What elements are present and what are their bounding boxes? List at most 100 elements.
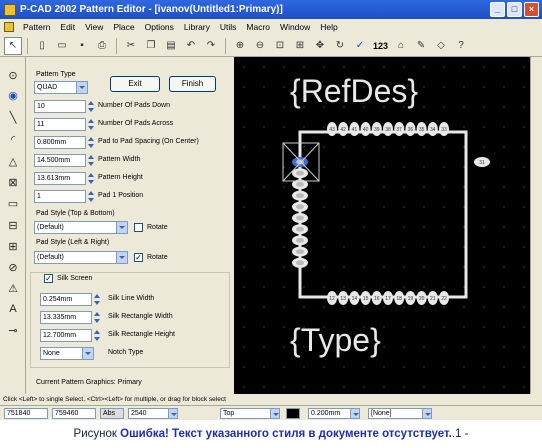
silk-line-width-input[interactable]: 0.254mm <box>40 293 92 306</box>
menu-edit[interactable]: Edit <box>55 22 80 32</box>
pattern-height-input[interactable]: 13.613mm <box>34 172 86 185</box>
place-rectangle-icon[interactable]: ▭ <box>5 195 21 211</box>
chevron-down-icon[interactable] <box>116 222 127 233</box>
spinner-icon[interactable] <box>94 293 100 306</box>
menu-place[interactable]: Place <box>108 22 139 32</box>
abs-toggle-button[interactable]: Abs <box>100 408 124 419</box>
chevron-down-icon[interactable] <box>116 252 127 263</box>
pad1-position-input[interactable]: 1 <box>34 190 86 203</box>
save-icon[interactable]: ▪ <box>73 37 91 55</box>
line-width-select[interactable]: 0.200mm <box>308 408 360 419</box>
open-folder-icon[interactable]: ▭ <box>53 37 71 55</box>
minimize-button[interactable]: _ <box>490 2 505 17</box>
menu-pattern[interactable]: Pattern <box>18 22 55 32</box>
spinner-icon[interactable] <box>94 311 100 324</box>
select-tool-icon[interactable]: ↖ <box>4 36 22 55</box>
menu-macro[interactable]: Macro <box>241 22 275 32</box>
menu-view[interactable]: View <box>80 22 108 32</box>
vertical-scrollbar[interactable] <box>530 57 542 394</box>
maximize-button[interactable]: □ <box>507 2 522 17</box>
pads-down-input[interactable]: 10 <box>34 100 86 113</box>
redo-icon[interactable]: ↷ <box>202 37 220 55</box>
chevron-down-icon[interactable] <box>76 82 87 93</box>
menu-options[interactable]: Options <box>140 22 179 32</box>
pattern-drawing[interactable]: {RefDes} 43 42 41 40 39 38 37 36 35 34 33 12 13 14 15… <box>234 57 530 394</box>
place-grid-icon[interactable]: ⊞ <box>5 238 21 254</box>
title-bar[interactable]: P-CAD 2002 Pattern Editor - [ivanov(Unti… <box>0 0 542 19</box>
zoom-in-icon[interactable]: ⊕ <box>231 37 249 55</box>
zoom-extent-icon[interactable]: ⊞ <box>291 37 309 55</box>
menu-library[interactable]: Library <box>179 22 215 32</box>
rotate-tb-checkbox[interactable] <box>134 223 143 232</box>
pad-style-lr-select[interactable]: (Default) <box>34 251 128 264</box>
place-field-icon[interactable]: ⊟ <box>5 217 21 233</box>
paste-icon[interactable]: ▤ <box>162 37 180 55</box>
place-polygon-icon[interactable]: △ <box>5 153 21 169</box>
spinner-icon[interactable] <box>88 136 94 149</box>
chevron-down-icon[interactable] <box>82 348 93 359</box>
pads-across-input[interactable]: 11 <box>34 118 86 131</box>
spinner-icon[interactable] <box>88 190 94 203</box>
menu-help[interactable]: Help <box>315 22 342 32</box>
menu-utils[interactable]: Utils <box>215 22 242 32</box>
print-icon[interactable]: ⎙ <box>93 37 111 55</box>
pan-icon[interactable]: ✥ <box>311 37 329 55</box>
silk-outline[interactable] <box>298 130 468 299</box>
properties-icon[interactable]: ⌂ <box>392 37 410 55</box>
layer-color-swatch[interactable] <box>286 408 300 419</box>
finish-button[interactable]: Finish <box>169 76 216 92</box>
place-line-icon[interactable]: ╲ <box>5 109 21 125</box>
pencil-icon[interactable]: ✎ <box>412 37 430 55</box>
place-ref-point-icon[interactable]: ⊸ <box>5 322 21 338</box>
spinner-icon[interactable] <box>94 329 100 342</box>
pattern-type-select[interactable]: QUAD <box>34 81 88 94</box>
zoom-out-icon[interactable]: ⊖ <box>251 37 269 55</box>
place-arc-icon[interactable]: ◜ <box>5 131 21 147</box>
pad-style-tb-select[interactable]: (Default) <box>34 221 128 234</box>
place-via-icon[interactable]: ⊠ <box>5 174 21 190</box>
query-icon[interactable]: ? <box>452 37 470 55</box>
spinner-icon[interactable] <box>88 172 94 185</box>
exit-button[interactable]: Exit <box>110 76 160 92</box>
spinner-icon[interactable] <box>88 100 94 113</box>
check-icon[interactable]: ✓ <box>351 37 369 55</box>
grid-select[interactable]: 2540 <box>128 408 178 419</box>
document-icon[interactable] <box>4 22 14 32</box>
undo-icon[interactable]: ↶ <box>182 37 200 55</box>
chevron-down-icon[interactable] <box>350 409 359 418</box>
place-text-icon[interactable]: A <box>5 301 21 317</box>
place-point-icon[interactable]: ⊙ <box>5 67 21 83</box>
spinner-icon[interactable] <box>88 118 94 131</box>
menu-window[interactable]: Window <box>275 22 315 32</box>
refdes-text[interactable]: {RefDes} <box>290 73 418 109</box>
pad-spacing-input[interactable]: 0.800mm <box>34 136 86 149</box>
place-attribute-icon[interactable]: ⚠ <box>5 280 21 296</box>
text-style-select[interactable]: [None] <box>368 408 432 419</box>
pattern-width-input[interactable]: 14.500mm <box>34 154 86 167</box>
x-coordinate[interactable]: 751840 <box>4 408 48 419</box>
place-keepout-icon[interactable]: ⊘ <box>5 259 21 275</box>
new-file-icon[interactable]: ▯ <box>33 37 51 55</box>
silk-rect-height-input[interactable]: 12.700mm <box>40 329 92 342</box>
chevron-down-icon[interactable] <box>168 409 177 418</box>
place-pad-icon[interactable]: ◉ <box>5 87 21 103</box>
silk-screen-checkbox[interactable]: ✓ <box>44 274 53 283</box>
redraw-icon[interactable]: ↻ <box>331 37 349 55</box>
type-text[interactable]: {Type} <box>290 322 381 358</box>
rotate-lr-checkbox[interactable]: ✓ <box>134 253 143 262</box>
cut-icon[interactable]: ✂ <box>122 37 140 55</box>
chevron-down-icon[interactable] <box>422 409 431 418</box>
spinner-icon[interactable] <box>88 154 94 167</box>
renumber-tool[interactable]: 123 <box>371 41 390 51</box>
notch-type-select[interactable]: None <box>40 347 94 360</box>
zoom-window-icon[interactable]: ⊡ <box>271 37 289 55</box>
design-canvas[interactable]: {RefDes} 43 42 41 40 39 38 37 36 35 34 33 12 13 14 15… <box>234 57 530 394</box>
grid-dot <box>403 226 405 228</box>
layer-select[interactable]: Top <box>220 408 280 419</box>
silk-rect-width-input[interactable]: 13.335mm <box>40 311 92 324</box>
y-coordinate[interactable]: 759460 <box>52 408 96 419</box>
eraser-icon[interactable]: ◇ <box>432 37 450 55</box>
copy-icon[interactable]: ❐ <box>142 37 160 55</box>
chevron-down-icon[interactable] <box>270 409 279 418</box>
close-button[interactable]: × <box>524 2 539 17</box>
